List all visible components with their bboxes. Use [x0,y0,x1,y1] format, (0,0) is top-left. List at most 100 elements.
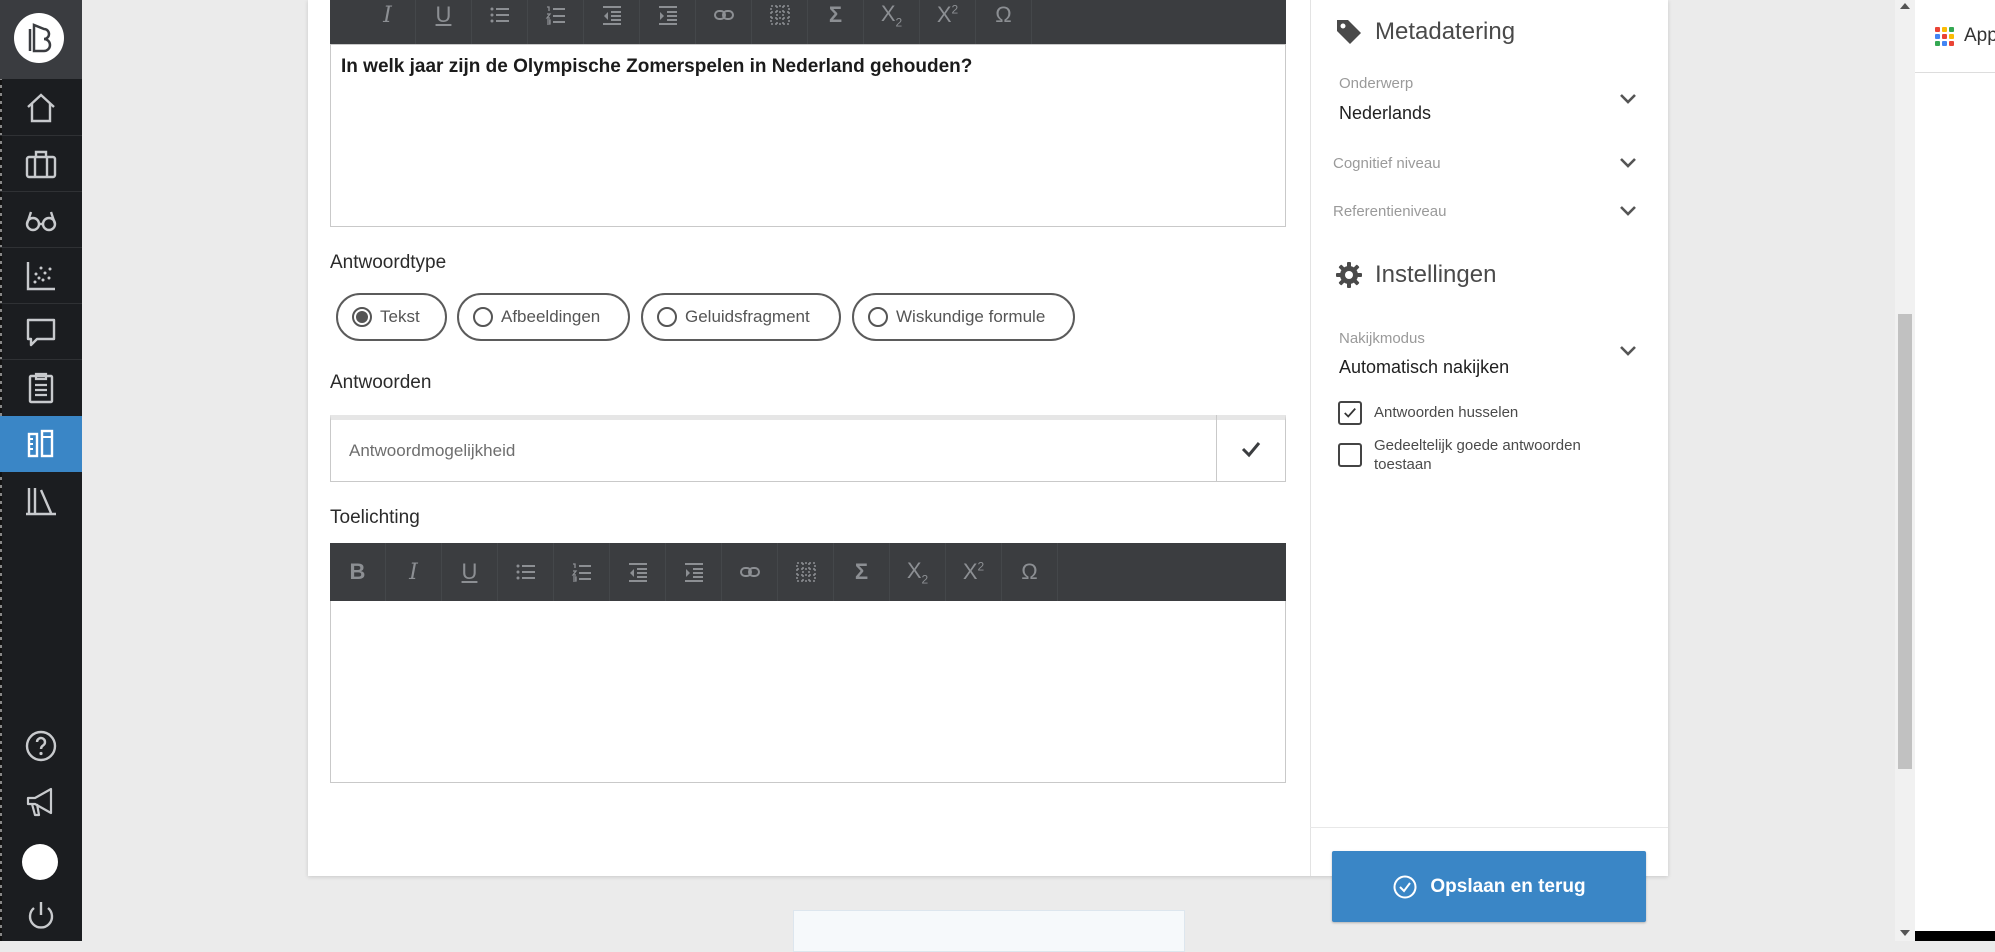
next-card-preview [793,910,1185,952]
answers-label: Antwoorden [330,372,432,393]
sigma-icon[interactable]: Σ [834,543,890,601]
panel-divider [1310,827,1668,828]
answer-type-option-label: Wiskundige formule [896,307,1046,326]
nav-analytics[interactable] [0,248,82,304]
superscript-icon[interactable]: X2 [920,0,976,44]
underline-icon[interactable]: U [416,0,472,44]
answer-type-label: Antwoordtype [330,252,447,273]
chat-icon [26,318,56,347]
superscript-icon[interactable]: X2 [946,543,1002,601]
scroll-up-arrow[interactable] [1900,3,1910,9]
browser-side-area [1915,0,1995,941]
nav-announcements[interactable] [0,774,82,830]
nav-help[interactable] [0,718,82,774]
check-icon [1344,408,1356,418]
table-icon[interactable] [778,543,834,601]
indent-icon[interactable] [640,0,696,44]
question-toolbar: I U Σ X2 X2 Ω [330,0,1286,44]
answer-type-option-label: Geluidsfragment [685,307,810,326]
apps-shortcut[interactable]: App [1915,0,1995,73]
megaphone-icon [26,787,53,817]
nav-item-bank[interactable] [0,416,82,472]
confirm-answer-button[interactable] [1216,415,1285,482]
answer-input[interactable] [331,420,1218,481]
explanation-editor[interactable] [330,601,1286,783]
numbered-list-icon[interactable] [554,543,610,601]
avatar[interactable] [22,844,58,880]
omega-icon[interactable]: Ω [1002,543,1058,601]
link-icon[interactable] [696,0,752,44]
nav-messages[interactable] [0,304,82,360]
shuffle-answers-label: Antwoorden husselen [1374,404,1519,421]
nav-library[interactable] [0,472,82,528]
nav-home[interactable] [0,80,82,136]
radio-icon [657,307,677,327]
answer-type-tekst[interactable]: Tekst [336,293,447,341]
home-icon [27,93,55,123]
bold-icon[interactable] [330,0,360,44]
shuffle-answers-checkbox[interactable] [1338,401,1362,425]
metadata-heading-text: Metadatering [1375,18,1516,45]
subject-label: Onderwerp [1339,75,1414,92]
check-icon [1241,441,1261,457]
chevron-down-icon[interactable] [1618,204,1638,218]
glasses-icon [25,211,57,232]
cognitive-level-select[interactable]: Cognitief niveau [1333,155,1441,172]
link-icon[interactable] [722,543,778,601]
settings-heading-text: Instellingen [1375,261,1497,288]
chevron-down-icon[interactable] [1618,344,1638,358]
briefcase-icon [25,150,57,179]
indent-icon[interactable] [666,543,722,601]
subject-value[interactable]: Nederlands [1339,103,1431,124]
question-text[interactable]: In welk jaar zijn de Olympische Zomerspe… [341,56,972,78]
subscript-icon[interactable]: X2 [890,543,946,601]
numbered-list-icon[interactable] [528,0,584,44]
app-logo[interactable] [0,0,82,79]
sigma-icon[interactable]: Σ [808,0,864,44]
explanation-label: Toelichting [330,507,420,528]
nav-tests[interactable] [0,360,82,416]
outdent-icon[interactable] [584,0,640,44]
nav-portfolio[interactable] [0,136,82,192]
chevron-down-icon[interactable] [1618,156,1638,170]
chevron-down-icon[interactable] [1618,92,1638,106]
scatter-chart-icon [26,262,55,291]
settings-heading: Instellingen [1335,261,1496,289]
answer-type-geluidsfragment[interactable]: Geluidsfragment [641,293,841,341]
omega-icon[interactable]: Ω [976,0,1032,44]
metadata-heading: Metadatering [1335,18,1515,46]
check-circle-icon [1393,875,1417,898]
answer-row [330,415,1286,482]
apps-grid-icon [1935,26,1954,46]
scrollbar-thumb[interactable] [1898,314,1912,769]
answer-type-afbeeldingen[interactable]: Afbeeldingen [457,293,630,341]
reference-level-select[interactable]: Referentieniveau [1333,203,1446,220]
underline-icon[interactable]: U [442,543,498,601]
apps-label: App [1964,25,1995,46]
tag-icon [1337,20,1361,44]
italic-icon[interactable]: I [360,0,416,44]
library-icon [26,488,56,516]
grading-mode-value[interactable]: Automatisch nakijken [1339,357,1509,378]
bold-icon[interactable]: B [330,543,386,601]
italic-icon[interactable]: I [386,543,442,601]
subscript-icon[interactable]: X2 [864,0,920,44]
radio-icon [473,307,493,327]
scroll-down-arrow[interactable] [1900,930,1910,936]
sidebar-nav [0,0,82,941]
explanation-toolbar: B I U Σ X2 X2 Ω [330,543,1286,601]
nav-logout[interactable] [0,888,82,944]
partial-answers-checkbox[interactable] [1338,443,1362,467]
save-and-return-button[interactable]: Opslaan en terug [1332,851,1646,922]
save-button-label: Opslaan en terug [1430,875,1586,897]
power-icon [28,902,54,929]
answer-type-wiskundige-formule[interactable]: Wiskundige formule [852,293,1075,341]
bullet-list-icon[interactable] [498,543,554,601]
page-scrollbar[interactable] [1895,0,1915,941]
radio-icon [352,307,372,327]
nav-review[interactable] [0,192,82,248]
answer-type-option-label: Tekst [380,307,420,326]
bullet-list-icon[interactable] [472,0,528,44]
outdent-icon[interactable] [610,543,666,601]
table-icon[interactable] [752,0,808,44]
